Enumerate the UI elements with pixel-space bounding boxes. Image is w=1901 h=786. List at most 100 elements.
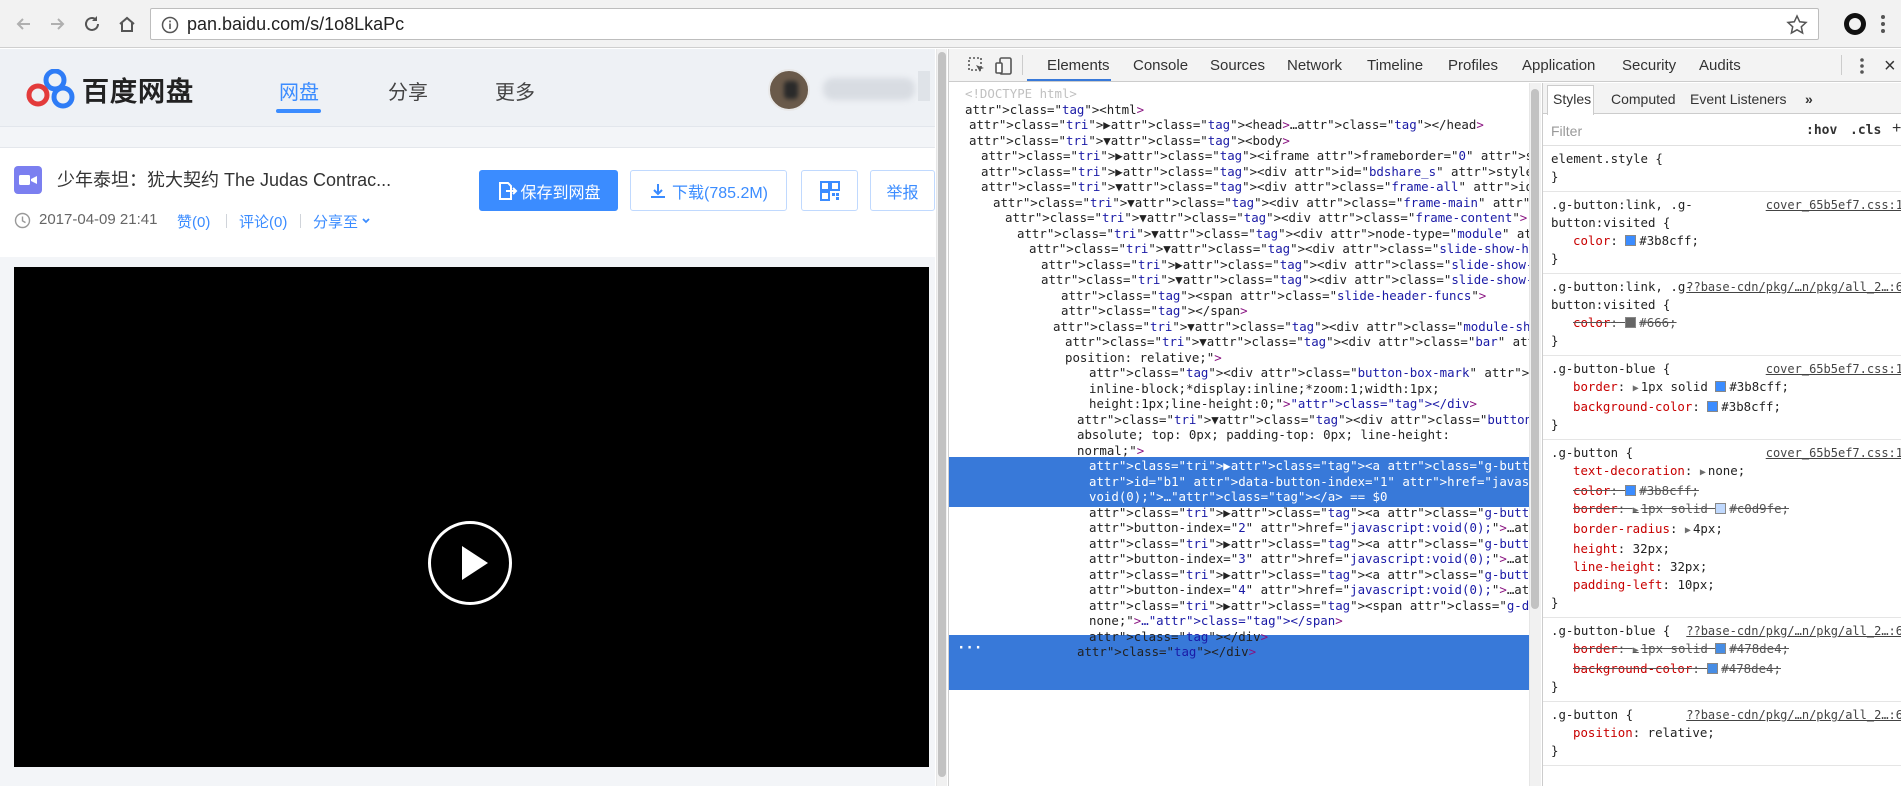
subtab-styles[interactable]: Styles (1553, 91, 1591, 107)
tab-timeline[interactable]: Timeline (1367, 57, 1423, 74)
css-rule[interactable]: cover_65b5ef7.css:1 .g-button:link, .g-bu… (1543, 192, 1901, 274)
css-declaration[interactable]: position: relative; (1551, 724, 1897, 742)
rule-source-link[interactable]: cover_65b5ef7.css:1 (1766, 444, 1901, 462)
rule-source-link[interactable]: cover_65b5ef7.css:1 (1766, 196, 1901, 214)
color-swatch[interactable] (1707, 663, 1719, 674)
tab-application[interactable]: Application (1522, 57, 1595, 74)
styles-filter-input[interactable]: Filter (1551, 123, 1582, 139)
tab-console[interactable]: Console (1133, 57, 1188, 74)
reload-icon[interactable] (80, 12, 104, 36)
report-label: 举报 (886, 184, 919, 202)
device-toolbar-icon[interactable] (994, 56, 1014, 76)
rule-source-link[interactable]: cover_65b5ef7.css:1 (1766, 360, 1901, 378)
video-player[interactable] (14, 267, 929, 767)
web-page: 百度网盘 网盘 分享 更多 少年泰坦：犹大契约 The Judas Contra… (0, 49, 935, 786)
back-icon[interactable] (12, 12, 36, 36)
save-label: 保存到网盘 (520, 184, 601, 202)
css-declaration[interactable]: background-color: #478de4; (1551, 660, 1897, 678)
page-scrollbar-thumb[interactable] (938, 52, 946, 777)
styles-pane: Styles Computed Event Listeners » Filter… (1542, 83, 1901, 786)
css-rule[interactable]: cover_65b5ef7.css:1 .g-button {text-decor… (1543, 440, 1901, 618)
css-declaration[interactable]: text-decoration: ▶ none; (1551, 462, 1897, 482)
rule-source-link[interactable]: ??base-cdn/pkg/…n/pkg/all_2…:6 (1686, 706, 1901, 724)
comment-link[interactable]: 评论(0) (239, 211, 287, 232)
css-declaration[interactable]: color: #3b8cff; (1551, 232, 1897, 250)
dom-scrollbar-thumb[interactable] (1531, 89, 1539, 609)
qr-code-button[interactable] (801, 170, 858, 211)
styles-tabbar: Styles Computed Event Listeners » (1543, 83, 1901, 115)
css-rule[interactable]: ??base-cdn/pkg/…n/pkg/all_2…:6 .g-button-… (1543, 618, 1901, 702)
forward-icon[interactable] (45, 12, 69, 36)
css-declaration[interactable]: color: #3b8cff; (1551, 482, 1897, 500)
nav-active-indicator (276, 109, 321, 113)
save-to-netdisk-button[interactable]: 保存到网盘 (479, 170, 618, 211)
rule-close-brace: } (1551, 679, 1559, 694)
css-declaration[interactable]: border-radius: ▶ 4px; (1551, 520, 1897, 540)
color-swatch[interactable] (1707, 401, 1719, 412)
tab-sources[interactable]: Sources (1210, 57, 1265, 74)
new-rule-plus-icon[interactable]: + (1892, 120, 1901, 138)
hover-state-toggle[interactable]: :hov (1806, 123, 1837, 138)
rule-close-brace: } (1551, 333, 1559, 348)
browser-menu-icon[interactable] (1880, 12, 1886, 36)
logo[interactable]: 百度网盘 (26, 67, 194, 111)
browser-toolbar: pan.baidu.com/s/1o8LkaPc (0, 0, 1901, 48)
share-to-link[interactable]: 分享至 (313, 211, 371, 232)
address-bar[interactable]: pan.baidu.com/s/1o8LkaPc (150, 8, 1819, 40)
css-declaration[interactable]: color: #666; (1551, 314, 1897, 332)
css-declaration[interactable]: padding-left: 10px; (1551, 576, 1897, 594)
nav-share[interactable]: 分享 (388, 76, 428, 105)
tab-audits[interactable]: Audits (1699, 57, 1741, 74)
css-rule[interactable]: ??base-cdn/pkg/…n/pkg/all_2…:6 .g-button:… (1543, 274, 1901, 356)
css-declaration[interactable]: background-color: #3b8cff; (1551, 398, 1897, 416)
username-blurred[interactable] (823, 78, 915, 100)
css-declaration[interactable]: line-height: 32px; (1551, 558, 1897, 576)
play-icon[interactable] (428, 521, 512, 605)
bookmark-star-icon[interactable] (1786, 14, 1808, 36)
css-declaration[interactable]: border: ▶ 1px solid #3b8cff; (1551, 378, 1897, 398)
css-rule[interactable]: element.style {} (1543, 146, 1901, 192)
report-button[interactable]: 举报 (870, 170, 935, 211)
nav-more[interactable]: 更多 (495, 76, 535, 105)
rule-selector[interactable]: element.style { (1551, 150, 1897, 168)
css-declaration[interactable]: border: ▶ 1px solid #478de4; (1551, 640, 1897, 660)
tab-network[interactable]: Network (1287, 57, 1342, 74)
tab-profiles[interactable]: Profiles (1448, 57, 1498, 74)
css-declaration[interactable]: border: ▶ 1px solid #c0d9fe; (1551, 500, 1897, 520)
home-icon[interactable] (115, 12, 139, 36)
tab-security[interactable]: Security (1622, 57, 1676, 74)
divider (1022, 55, 1023, 75)
inspect-element-icon[interactable] (967, 56, 987, 76)
color-swatch[interactable] (1715, 381, 1727, 392)
css-declaration[interactable]: height: 32px; (1551, 540, 1897, 558)
color-swatch[interactable] (1625, 317, 1637, 328)
more-tabs-chevron-icon[interactable]: » (1805, 91, 1813, 107)
tab-elements[interactable]: Elements (1047, 57, 1110, 74)
divider (1841, 55, 1842, 75)
color-swatch[interactable] (1715, 643, 1727, 654)
info-icon[interactable] (161, 16, 179, 34)
dom-node-line[interactable]: attr">class="tag"></div> (949, 643, 1529, 662)
subtab-event-listeners[interactable]: Event Listeners (1690, 91, 1787, 107)
download-icon (650, 183, 665, 198)
rule-source-link[interactable]: ??base-cdn/pkg/…n/pkg/all_2…:6 (1686, 278, 1901, 296)
close-icon[interactable]: × (1884, 55, 1896, 78)
color-swatch[interactable] (1715, 503, 1727, 514)
download-button[interactable]: 下载(785.2M) (630, 170, 787, 211)
avatar[interactable] (768, 69, 810, 111)
divider (300, 214, 301, 228)
devtools-menu-icon[interactable] (1859, 57, 1865, 75)
css-rule[interactable]: cover_65b5ef7.css:1 .g-button-blue {borde… (1543, 356, 1901, 440)
extension-icon[interactable] (1844, 13, 1866, 35)
css-rule[interactable]: ??base-cdn/pkg/…n/pkg/all_2…:6 .g-button … (1543, 702, 1901, 766)
class-toggle[interactable]: .cls (1850, 123, 1881, 138)
nav-netdisk[interactable]: 网盘 (279, 76, 319, 105)
dom-tree[interactable]: ··· <!DOCTYPE html> attr">class="tag"><ht… (949, 83, 1541, 786)
like-link[interactable]: 赞(0) (177, 211, 210, 232)
rule-close-brace: } (1551, 169, 1559, 184)
subtab-computed[interactable]: Computed (1611, 91, 1676, 107)
url-text[interactable]: pan.baidu.com/s/1o8LkaPc (187, 14, 404, 35)
color-swatch[interactable] (1625, 235, 1637, 246)
color-swatch[interactable] (1625, 485, 1637, 496)
rule-source-link[interactable]: ??base-cdn/pkg/…n/pkg/all_2…:6 (1686, 622, 1901, 640)
